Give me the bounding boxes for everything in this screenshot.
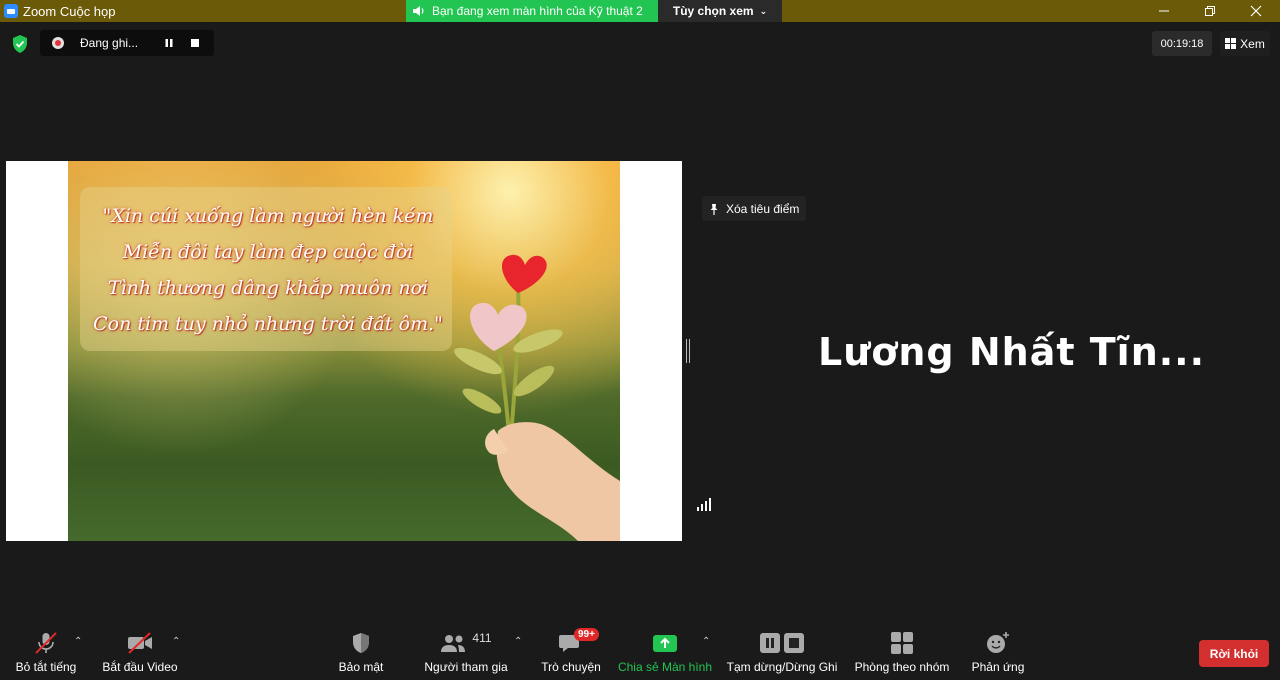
unmute-button[interactable]: Bỏ tắt tiếng	[14, 630, 78, 678]
restore-button[interactable]	[1187, 0, 1233, 22]
window-title: Zoom Cuộc họp	[23, 4, 116, 19]
security-button[interactable]: Bảo mật	[338, 630, 384, 678]
share-screen-button[interactable]: Chia sẻ Màn hình	[618, 630, 712, 678]
pause-icon	[165, 39, 173, 47]
meeting-toolbar: Bỏ tắt tiếng ⌃ Bắt đầu Video ⌃ Bảo mật 4…	[0, 620, 1280, 680]
title-bar: Zoom Cuộc họp Bạn đang xem màn hình của …	[0, 0, 1280, 22]
security-label: Bảo mật	[338, 660, 384, 674]
participants-button[interactable]: 411 Người tham gia	[424, 630, 508, 678]
participants-count: 411	[472, 631, 492, 645]
breakout-rooms-button[interactable]: Phòng theo nhóm	[852, 630, 952, 678]
chat-unread-badge: 99+	[574, 628, 599, 641]
view-layout-button[interactable]: Xem	[1220, 31, 1270, 56]
quote-line: Con tim tuy nhỏ nhưng trời đất ôm."	[93, 313, 443, 335]
share-screen-icon	[653, 635, 677, 652]
restore-icon	[1205, 6, 1215, 16]
quote-line: "Xin cúi xuống làm người hèn kém	[102, 205, 434, 227]
stop-recording-icon	[784, 633, 804, 653]
remove-spotlight-button[interactable]: Xóa tiêu điểm	[702, 196, 806, 221]
chevron-down-icon: ⌄	[759, 5, 768, 16]
share-banner-text: Bạn đang xem màn hình của Kỹ thuật 2	[432, 4, 643, 18]
pin-icon	[710, 203, 718, 215]
close-icon	[1250, 5, 1262, 17]
unmute-label: Bỏ tắt tiếng	[15, 660, 77, 674]
start-video-label: Bắt đầu Video	[102, 660, 178, 674]
spotlight-participant-name: Lương Nhất Tĩn...	[818, 330, 1206, 374]
video-options-chevron-icon[interactable]: ⌃	[172, 636, 180, 647]
audio-options-chevron-icon[interactable]: ⌃	[74, 636, 82, 647]
close-button[interactable]	[1233, 0, 1279, 22]
recording-label: Đang ghi...	[80, 36, 139, 50]
quote-line: Miễn đôi tay làm đẹp cuộc đời	[122, 241, 414, 263]
shared-slide-image: "Xin cúi xuống làm người hèn kém Miễn đô…	[68, 161, 620, 541]
connection-signal-icon	[697, 498, 711, 511]
pause-stop-recording-label: Tạm dừng/Dừng Ghi	[726, 660, 838, 674]
share-screen-label: Chia sẻ Màn hình	[617, 660, 713, 674]
breakout-rooms-icon	[891, 632, 913, 654]
leave-meeting-button[interactable]: Rời khỏi	[1199, 640, 1269, 667]
recording-indicator: Đang ghi...	[40, 30, 214, 56]
view-options-dropdown[interactable]: Tùy chọn xem ⌄	[658, 0, 782, 22]
participants-options-chevron-icon[interactable]: ⌃	[514, 636, 522, 647]
recording-dot-icon	[52, 37, 64, 49]
pause-stop-recording-button[interactable]: Tạm dừng/Dừng Ghi	[724, 630, 840, 678]
chat-label: Trò chuyện	[541, 660, 601, 674]
security-shield-icon	[353, 633, 369, 653]
meeting-timer: 00:19:18	[1152, 31, 1212, 56]
share-options-chevron-icon[interactable]: ⌃	[702, 636, 710, 647]
minimize-button[interactable]	[1141, 0, 1187, 22]
panel-resize-handle[interactable]	[686, 339, 690, 363]
screen-share-banner: Bạn đang xem màn hình của Kỹ thuật 2	[406, 0, 658, 22]
pause-recording-button[interactable]	[156, 33, 182, 53]
muted-microphone-icon	[35, 632, 57, 654]
reactions-button[interactable]: Phản ứng	[970, 630, 1026, 678]
pause-recording-icon	[760, 633, 780, 653]
shared-screen[interactable]: "Xin cúi xuống làm người hèn kém Miễn đô…	[6, 161, 682, 541]
video-off-icon	[128, 632, 152, 654]
zoom-app-icon	[4, 4, 18, 18]
stop-icon	[191, 39, 199, 47]
speaker-icon	[413, 6, 424, 16]
stop-recording-button[interactable]	[182, 33, 208, 53]
minimize-icon	[1159, 10, 1169, 12]
grid-view-icon	[1225, 38, 1237, 49]
breakout-rooms-label: Phòng theo nhóm	[854, 660, 950, 674]
view-options-label: Tùy chọn xem	[672, 4, 754, 18]
heart-flower-illustration	[454, 254, 620, 541]
start-video-button[interactable]: Bắt đầu Video	[102, 630, 178, 678]
participants-icon	[441, 635, 466, 652]
remove-spotlight-label: Xóa tiêu điểm	[726, 201, 800, 216]
encryption-shield-icon[interactable]	[10, 34, 30, 54]
participants-label: Người tham gia	[424, 660, 508, 674]
reactions-label: Phản ứng	[971, 660, 1025, 674]
quote-line: Tình thương dâng khắp muôn nơi	[107, 277, 429, 299]
view-layout-label: Xem	[1240, 36, 1265, 51]
reactions-smiley-icon	[987, 632, 1009, 653]
